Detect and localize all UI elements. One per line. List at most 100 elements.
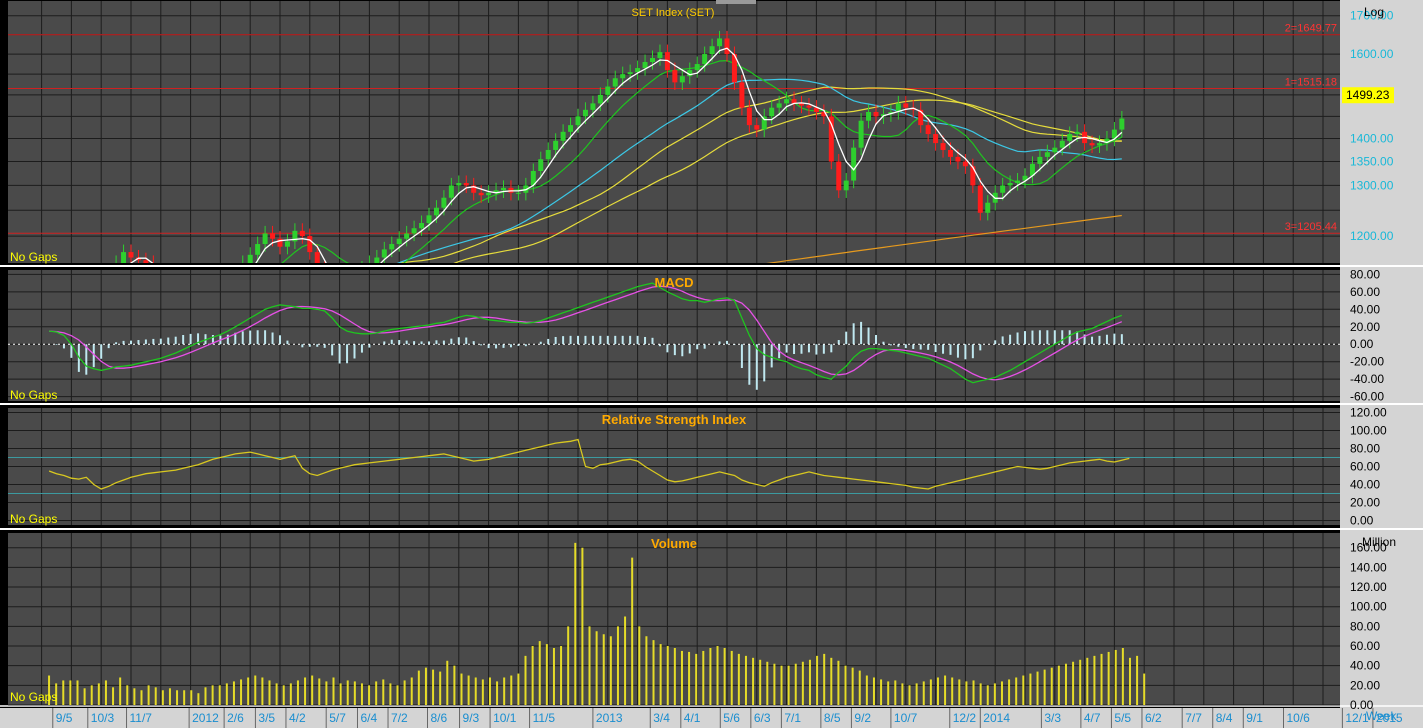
candle[interactable] [970, 166, 976, 186]
candle[interactable] [925, 125, 931, 135]
candle[interactable] [448, 185, 454, 198]
x-axis-label: 6/2 [1145, 711, 1162, 725]
candle[interactable] [746, 107, 752, 126]
macd-axis-tick: -20.00 [1350, 355, 1384, 369]
candle[interactable] [1044, 152, 1050, 157]
candle[interactable] [501, 187, 506, 191]
candle[interactable] [933, 134, 939, 144]
candle[interactable] [754, 125, 760, 130]
candle[interactable] [262, 233, 268, 245]
candle[interactable] [940, 143, 946, 150]
chart-canvas[interactable]: 2=1649.771=1515.183=1205.441700.001600.0… [0, 0, 1423, 728]
candle[interactable] [1089, 143, 1095, 146]
candle[interactable] [463, 183, 469, 186]
candle[interactable] [456, 183, 462, 186]
candle[interactable] [620, 74, 626, 79]
price-axis-tick: 1350.00 [1350, 155, 1394, 169]
candle[interactable] [299, 230, 305, 237]
candle[interactable] [307, 236, 313, 253]
candle[interactable] [769, 107, 775, 117]
candle[interactable] [1074, 131, 1080, 135]
candle[interactable] [381, 249, 387, 258]
rsi-axis-tick: 60.00 [1350, 460, 1380, 474]
candle[interactable] [545, 149, 551, 160]
candle[interactable] [650, 58, 655, 63]
candle[interactable] [955, 156, 961, 162]
candle[interactable] [866, 111, 872, 121]
candle[interactable] [441, 197, 447, 208]
candle[interactable] [717, 38, 723, 47]
candle[interactable] [1007, 183, 1013, 186]
reference-label: 2=1649.77 [1285, 23, 1337, 35]
candle[interactable] [962, 161, 968, 167]
candle[interactable] [374, 257, 380, 263]
candle[interactable] [806, 105, 812, 108]
candle[interactable] [709, 46, 715, 55]
candle[interactable] [1119, 118, 1125, 130]
candle[interactable] [873, 111, 879, 117]
candle[interactable] [538, 159, 544, 172]
candle[interactable] [836, 161, 842, 191]
candle[interactable] [977, 185, 983, 213]
candle[interactable] [426, 215, 432, 224]
candle[interactable] [1097, 143, 1102, 146]
x-axis-label: 10/1 [493, 711, 517, 725]
candle[interactable] [255, 244, 261, 255]
candle[interactable] [396, 238, 402, 245]
candle[interactable] [284, 241, 290, 247]
candle[interactable] [948, 149, 953, 157]
candle[interactable] [702, 54, 708, 65]
rsi-axis-tick: 120.00 [1350, 406, 1387, 420]
candle[interactable] [1015, 180, 1021, 184]
candle[interactable] [657, 52, 663, 59]
candle[interactable] [1059, 140, 1065, 148]
x-axis-label: 4/1 [684, 711, 701, 725]
candle[interactable] [121, 252, 127, 263]
candle[interactable] [724, 38, 730, 55]
candle[interactable] [642, 62, 648, 69]
x-axis-label: 2013 [596, 711, 623, 725]
candle[interactable] [590, 103, 596, 110]
candle[interactable] [247, 254, 253, 263]
candle[interactable] [478, 192, 484, 196]
candle[interactable] [858, 120, 864, 148]
candle[interactable] [739, 82, 745, 108]
candle[interactable] [1067, 134, 1073, 141]
panel-drag-handle[interactable] [716, 0, 756, 4]
candle[interactable] [1000, 185, 1006, 193]
candle[interactable] [582, 109, 588, 117]
candle[interactable] [389, 244, 395, 250]
candle[interactable] [985, 202, 991, 213]
candle[interactable] [553, 140, 559, 150]
candle[interactable] [784, 99, 790, 104]
candle[interactable] [612, 78, 618, 87]
candle[interactable] [560, 131, 566, 141]
candle[interactable] [486, 192, 492, 196]
candle[interactable] [128, 252, 134, 258]
candle[interactable] [1037, 156, 1043, 164]
x-axis-label: 8/4 [1216, 711, 1233, 725]
candle[interactable] [433, 207, 439, 216]
candle[interactable] [851, 147, 857, 181]
candle[interactable] [679, 76, 685, 83]
candle[interactable] [672, 70, 678, 83]
panel-price[interactable] [8, 1, 1340, 263]
candle[interactable] [270, 233, 276, 239]
candle[interactable] [597, 94, 603, 104]
candle[interactable] [627, 72, 633, 75]
candle[interactable] [903, 103, 909, 108]
candle[interactable] [411, 228, 417, 234]
candle[interactable] [776, 103, 782, 108]
rsi-axis-tick: 20.00 [1350, 496, 1380, 510]
candle[interactable] [843, 180, 849, 191]
candle[interactable] [419, 223, 425, 229]
candle[interactable] [605, 86, 611, 95]
candle[interactable] [143, 260, 149, 263]
candle[interactable] [694, 64, 700, 71]
candle[interactable] [404, 233, 410, 239]
x-axis-label: 2012 [192, 711, 219, 725]
candle[interactable] [575, 116, 581, 126]
candle[interactable] [515, 192, 521, 194]
candle[interactable] [568, 125, 574, 132]
candle[interactable] [1052, 147, 1058, 153]
